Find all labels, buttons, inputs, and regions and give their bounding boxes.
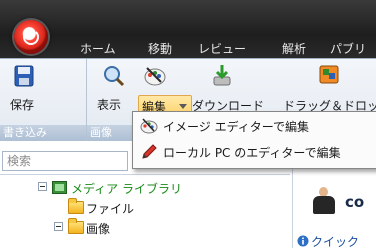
collapse-toggle-icon[interactable] [38,182,47,191]
tab-home[interactable]: ホーム [80,40,116,57]
image-editor-icon [140,118,158,134]
tree-item-label: メディア ライブラリ [71,182,182,196]
search-input[interactable]: 検索 [2,151,128,171]
group-label-write: 書き込み [0,125,86,141]
power-icon [23,29,39,45]
tree-item-images[interactable]: 画像 [0,218,200,237]
save-button[interactable]: 保存 [10,65,40,112]
info-icon [297,235,309,247]
pencil-icon [142,144,157,159]
tab-navigate[interactable]: 移動 [148,40,172,57]
tab-analyze[interactable]: 解析 [282,40,306,57]
tree-item-files[interactable]: ファイル [0,198,200,217]
paint-palette-icon [144,67,166,86]
menu-item-local-editor[interactable]: ローカル PC のエディターで編集 [135,140,375,164]
menu-item-label: イメージ エディターで編集 [163,120,310,134]
ribbon-group-write: 保存 書き込み [0,59,87,141]
folder-icon [68,198,84,214]
magnifier-icon [104,66,125,87]
edit-menu: イメージ エディターで編集 ローカル PC のエディターで編集 [132,111,376,169]
view-button[interactable]: 表示 [97,65,127,112]
menu-item-label: ローカル PC のエディターで編集 [163,146,341,160]
collapse-toggle-icon[interactable] [54,222,63,231]
person-icon [313,187,335,215]
drag-drop-icon [319,65,339,84]
library-tree: メディア ライブラリ ファイル 画像 [0,174,290,249]
media-library-icon [52,181,67,194]
tab-review[interactable]: レビュー [198,40,246,57]
save-label: 保存 [10,98,35,112]
chevron-down-icon [179,104,187,109]
tab-publish[interactable]: パブリ [330,40,366,57]
download-icon [213,65,231,86]
tree-item-label: ファイル [86,202,135,216]
tree-item-media-library[interactable]: メディア ライブラリ [0,179,200,197]
quick-link[interactable]: クイック [311,233,359,250]
menu-item-image-editor[interactable]: イメージ エディターで編集 [135,114,375,138]
tree-item-label: 画像 [86,222,111,236]
title-bar: ホーム 移動 レビュー 解析 パブリ [0,0,376,58]
app-menu-button[interactable] [14,20,48,54]
view-label: 表示 [97,98,122,112]
folder-icon [68,218,84,234]
floppy-disk-icon [14,65,34,87]
pane-heading: co [345,193,365,211]
